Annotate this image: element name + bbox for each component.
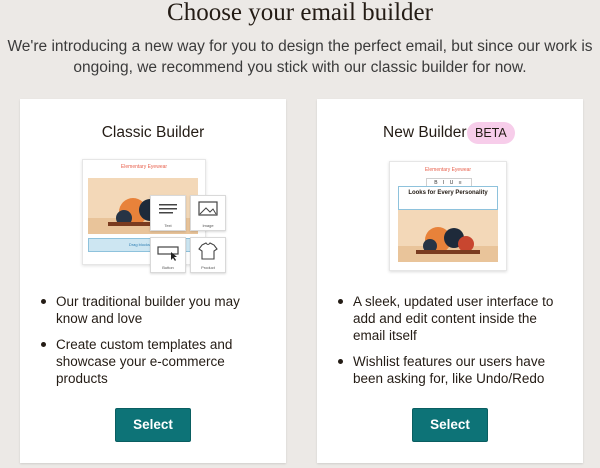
preview-brand: Elementary Eyewear [424, 167, 472, 173]
button-icon [157, 246, 179, 261]
new-builder-features: A sleek, updated user interface to add a… [335, 293, 571, 396]
new-builder-card: New Builder BETA Elementary Eyewear B I … [317, 99, 583, 463]
classic-builder-preview: Elementary Eyewear Drag blocks here Text… [82, 159, 228, 279]
feature-item: Create custom templates and showcase you… [38, 336, 274, 387]
image-icon [198, 201, 218, 216]
feature-item: Our traditional builder you may know and… [38, 293, 274, 327]
product-block-tile: Product [190, 237, 226, 273]
button-block-tile: Button [150, 237, 186, 273]
tile-label-button: Button [162, 265, 174, 270]
page-title: Choose your email builder [167, 0, 433, 26]
select-classic-builder-button[interactable]: Select [115, 408, 191, 442]
classic-builder-title: Classic Builder [101, 124, 205, 141]
select-new-builder-button[interactable]: Select [412, 408, 488, 442]
text-lines-icon [159, 204, 177, 214]
page-subtitle: We're introducing a new way for you to d… [7, 38, 593, 76]
new-builder-title: New Builder [383, 124, 467, 141]
feature-item: A sleek, updated user interface to add a… [335, 293, 571, 344]
new-builder-preview: Elementary Eyewear B I U ≡ Looks for Eve… [389, 161, 507, 271]
sunglasses-illustration [398, 227, 498, 262]
beta-badge: BETA [467, 122, 515, 144]
text-block-tile: Text [150, 195, 186, 231]
classic-builder-features: Our traditional builder you may know and… [38, 293, 274, 396]
feature-item: Wishlist features our users have been as… [335, 353, 571, 387]
preview-headline: Looks for Every Personality [398, 186, 498, 210]
preview-image [398, 210, 498, 262]
image-block-tile: Image [190, 195, 226, 231]
tshirt-icon [198, 242, 218, 260]
tile-label-product: Product [201, 265, 215, 270]
tile-label-text: Text [164, 223, 172, 228]
email-preview: Elementary Eyewear Drag blocks here [82, 159, 206, 265]
preview-brand: Elementary Eyewear [120, 164, 168, 170]
tile-label-image: Image [202, 223, 214, 228]
classic-builder-card: Classic Builder Elementary Eyewear Drag … [20, 99, 286, 463]
